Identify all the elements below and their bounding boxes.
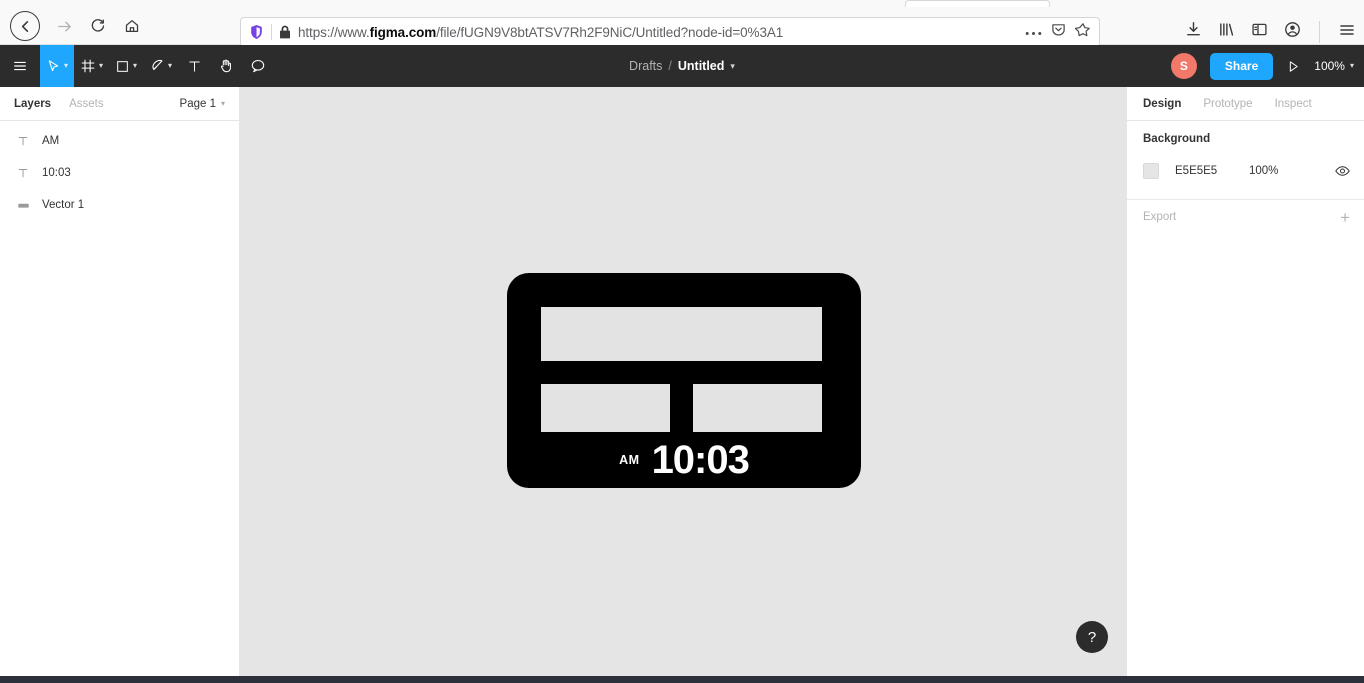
figma-toolbar: ▾ ▾ ▾ ▾ Drafts / Untitled ▾ S Share 100%… xyxy=(0,45,1364,87)
design-panel: Design Prototype Inspect Background E5E5… xyxy=(1126,87,1364,676)
eye-icon[interactable] xyxy=(1335,165,1350,177)
zoom-control[interactable]: 100% ▾ xyxy=(1314,59,1354,73)
page-selector-caret-icon[interactable]: ▾ xyxy=(221,100,225,108)
url-bar[interactable]: https://www.figma.com/file/fUGN9V8btATSV… xyxy=(240,17,1100,47)
breadcrumb-caret-icon[interactable]: ▾ xyxy=(730,61,735,72)
breadcrumb-parent[interactable]: Drafts xyxy=(629,59,662,73)
url-divider xyxy=(271,24,272,40)
present-button[interactable] xyxy=(1286,59,1301,74)
pen-tool-caret-icon[interactable]: ▾ xyxy=(168,62,172,70)
text-layer-icon xyxy=(16,134,30,148)
tab-design[interactable]: Design xyxy=(1143,98,1181,110)
pen-tool-button[interactable]: ▾ xyxy=(143,45,178,87)
browser-tab-strip xyxy=(0,0,1364,8)
layer-row[interactable]: Vector 1 xyxy=(0,189,239,221)
segment-top xyxy=(541,307,822,361)
secure-lock-icon[interactable] xyxy=(279,25,291,40)
add-export-icon[interactable]: + xyxy=(1340,209,1350,226)
zoom-level-label: 100% xyxy=(1314,59,1345,73)
comment-tool-button[interactable] xyxy=(242,45,274,87)
time-label: 10:03 xyxy=(651,438,750,482)
tab-assets[interactable]: Assets xyxy=(69,98,104,110)
layers-panel: Layers Assets Page 1 ▾ AM 10:03 Vector 1 xyxy=(0,87,240,676)
segment-bottom-right xyxy=(693,384,822,432)
zoom-caret-icon[interactable]: ▾ xyxy=(1350,62,1354,70)
text-tool-button[interactable] xyxy=(178,45,210,87)
downloads-icon[interactable] xyxy=(1185,21,1202,43)
account-icon[interactable] xyxy=(1284,21,1301,43)
page-selector-label: Page 1 xyxy=(179,98,216,110)
segment-bottom-left xyxy=(541,384,670,432)
url-bar-actions xyxy=(1025,22,1091,43)
bottom-status-bar xyxy=(0,676,1364,683)
breadcrumb-separator: / xyxy=(668,59,672,73)
hamburger-menu-icon[interactable] xyxy=(1338,21,1356,44)
page-selector[interactable]: Page 1 ▾ xyxy=(180,87,225,121)
vector-layer-icon xyxy=(16,198,30,212)
figma-toolbar-right: S Share 100% ▾ xyxy=(1170,45,1354,87)
avatar[interactable]: S xyxy=(1170,53,1197,79)
text-layer-icon xyxy=(16,166,30,180)
tab-layers[interactable]: Layers xyxy=(14,98,51,110)
layer-name: 10:03 xyxy=(42,167,71,179)
ampm-label: AM xyxy=(619,453,640,467)
pocket-icon[interactable] xyxy=(1051,22,1066,42)
tab-prototype[interactable]: Prototype xyxy=(1203,98,1252,110)
tab-inspect[interactable]: Inspect xyxy=(1275,98,1312,110)
shape-tool-caret-icon[interactable]: ▾ xyxy=(133,62,137,70)
frame-tool-button[interactable]: ▾ xyxy=(74,45,109,87)
background-section: Background E5E5E5 100% xyxy=(1127,121,1364,200)
help-button[interactable]: ? xyxy=(1076,621,1108,653)
move-tool-caret-icon[interactable]: ▾ xyxy=(64,62,68,70)
toolbar-divider xyxy=(1319,21,1320,43)
clock-readout: AM 10:03 xyxy=(507,436,861,484)
shape-tool-button[interactable]: ▾ xyxy=(109,45,143,87)
layer-row[interactable]: 10:03 xyxy=(0,157,239,189)
layers-panel-tabs: Layers Assets Page 1 ▾ xyxy=(0,87,239,121)
reload-icon[interactable] xyxy=(82,11,114,41)
home-icon[interactable] xyxy=(116,11,148,41)
layer-name: AM xyxy=(42,135,60,147)
figma-browser-window: https://www.figma.com/file/fUGN9V8btATSV… xyxy=(0,0,1364,683)
design-panel-tabs: Design Prototype Inspect xyxy=(1127,87,1364,121)
opacity-value[interactable]: 100% xyxy=(1249,165,1335,177)
url-text: https://www.figma.com/file/fUGN9V8btATSV… xyxy=(298,24,784,40)
figma-main-menu-button[interactable] xyxy=(0,45,40,87)
frame-tool-caret-icon[interactable]: ▾ xyxy=(99,62,103,70)
breadcrumb-file-name[interactable]: Untitled xyxy=(678,59,725,73)
move-tool-button[interactable]: ▾ xyxy=(40,45,75,87)
browser-tab[interactable] xyxy=(905,0,1050,7)
browser-nav-buttons xyxy=(0,11,148,41)
hand-tool-button[interactable] xyxy=(210,45,242,87)
page-actions-icon[interactable] xyxy=(1025,23,1042,41)
background-fill-row: E5E5E5 100% xyxy=(1127,157,1364,185)
export-label: Export xyxy=(1143,211,1177,223)
browser-toolbar: https://www.figma.com/file/fUGN9V8btATSV… xyxy=(0,8,1364,47)
tracking-protection-shield-icon[interactable] xyxy=(249,24,264,40)
background-section-title: Background xyxy=(1143,133,1211,145)
layer-list: AM 10:03 Vector 1 xyxy=(0,121,239,221)
export-section: Export + xyxy=(1127,200,1364,234)
share-button[interactable]: Share xyxy=(1209,52,1274,80)
layer-row[interactable]: AM xyxy=(0,125,239,157)
hex-value[interactable]: E5E5E5 xyxy=(1175,165,1249,177)
forward-arrow-icon[interactable] xyxy=(48,11,80,41)
browser-toolbar-right xyxy=(1185,17,1356,47)
library-icon[interactable] xyxy=(1218,21,1235,43)
layer-name: Vector 1 xyxy=(42,199,85,211)
design-canvas[interactable]: AM 10:03 ? xyxy=(240,87,1126,676)
back-arrow-icon[interactable] xyxy=(10,11,40,41)
clock-artwork[interactable]: AM 10:03 xyxy=(507,273,861,488)
bookmark-star-icon[interactable] xyxy=(1074,22,1091,43)
color-swatch[interactable] xyxy=(1143,163,1159,179)
sidebar-icon[interactable] xyxy=(1251,21,1268,43)
